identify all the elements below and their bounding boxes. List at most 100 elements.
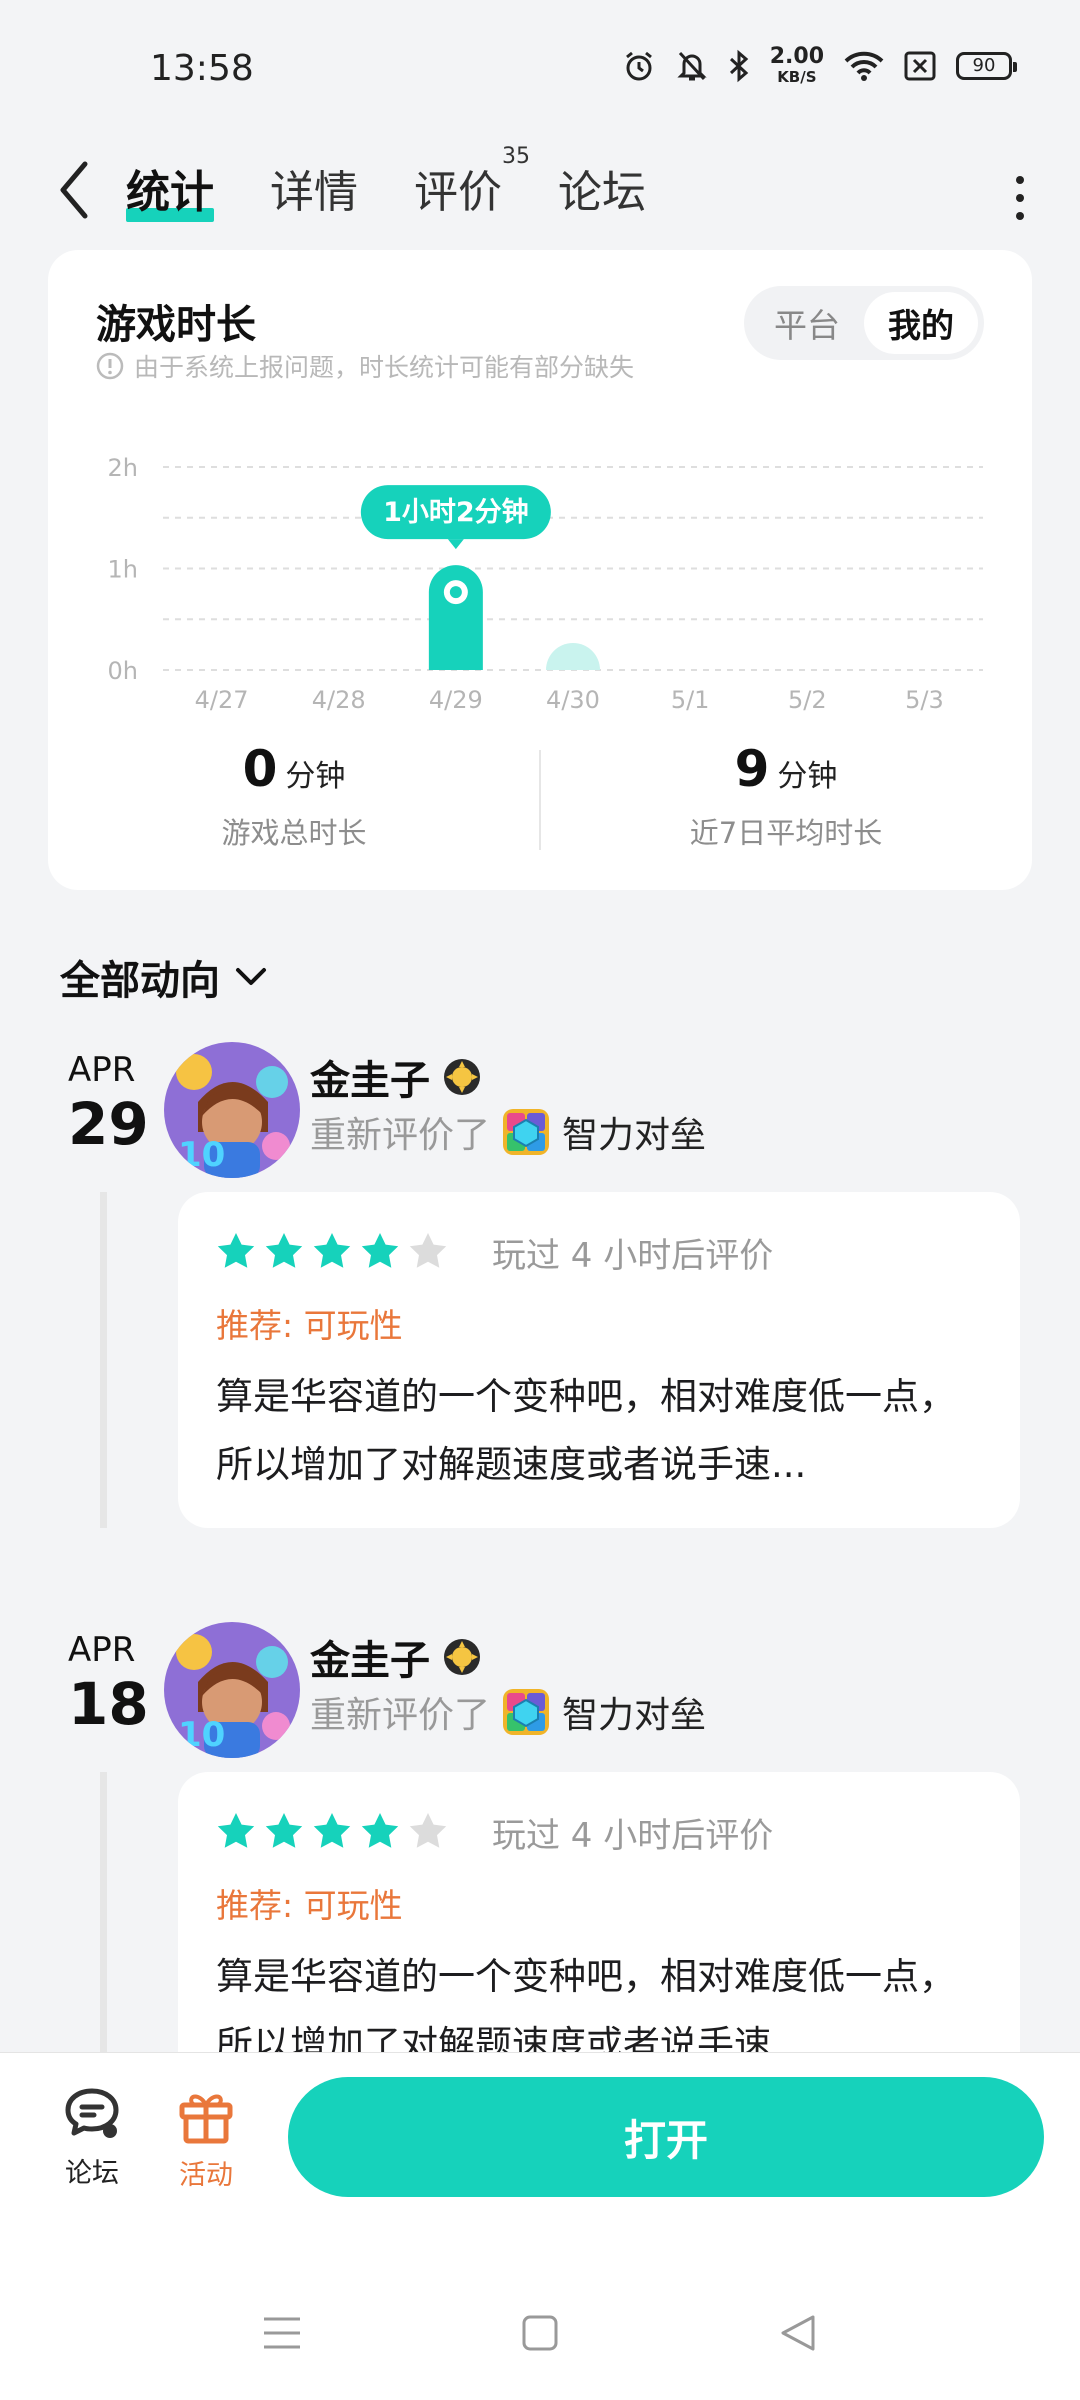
x-tick-label: 5/2	[788, 686, 827, 714]
date-day: 29	[68, 1090, 149, 1158]
activity-filter-dropdown[interactable]: 全部动向	[60, 948, 268, 1006]
more-dot	[1016, 212, 1024, 220]
review-card[interactable]: 玩过 4 小时后评价 推荐: 可玩性 算是华容道的一个变种吧，相对难度低一点，所…	[178, 1772, 1020, 2052]
game-name[interactable]: 智力对垒	[562, 1106, 706, 1158]
more-dot	[1016, 194, 1024, 202]
review-meta: 玩过 4 小时后评价	[492, 1236, 774, 1276]
tab-details[interactable]: 详情	[270, 150, 358, 234]
menu-lines-icon	[264, 2317, 300, 2349]
reviews-count-badge: 35	[502, 144, 530, 169]
chevron-down-icon	[236, 968, 266, 985]
playtime-notice: 由于系统上报问题，时长统计可能有部分缺失	[96, 348, 634, 384]
x-tick-label: 5/1	[671, 686, 710, 714]
average-label: 近7日平均时长	[689, 816, 883, 850]
star-rating	[216, 1811, 456, 1855]
avatar[interactable]: 10	[164, 1042, 300, 1178]
rating-row: 玩过 4 小时后评价	[216, 1228, 982, 1277]
star-empty-icon	[409, 1812, 447, 1848]
more-dot	[1016, 176, 1024, 184]
bar-marker-inner	[449, 586, 462, 599]
star-filled-icon	[265, 1812, 303, 1848]
timeline-line	[100, 1192, 107, 1528]
system-nav-bar	[0, 2303, 1080, 2373]
chart-tooltip-arrow	[447, 539, 464, 550]
svg-text:10: 10	[178, 1715, 225, 1755]
user-badge-icon	[444, 1639, 480, 1675]
battery-icon: 90	[956, 51, 1017, 80]
game-icon[interactable]	[502, 1108, 550, 1156]
status-time: 13:58	[150, 48, 254, 89]
top-nav: 统计 详情 评价 35 论坛	[0, 140, 1080, 260]
review-card[interactable]: 玩过 4 小时后评价 推荐: 可玩性 算是华容道的一个变种吧，相对难度低一点，所…	[178, 1192, 1020, 1528]
bluetooth-icon	[728, 49, 750, 83]
playtime-chart: 0h 1h 2h 4/27 4/28 4/29 1小时2分钟 4/30 5/1 5/2 5/3	[108, 454, 983, 714]
review-text: 算是华容道的一个变种吧，相对难度低一点，所以增加了对解题速度或者说手速...	[216, 1955, 956, 2052]
status-bar: 13:58 2.00 KB/S 90	[0, 0, 1080, 140]
sim-off-icon	[904, 51, 936, 81]
status-icons: 2.00 KB/S 90	[622, 46, 1017, 85]
home-square-icon	[522, 2315, 558, 2351]
recommend-tag: 推荐: 可玩性	[216, 1886, 403, 1925]
y-tick-label: 0h	[108, 657, 138, 685]
x-tick-label: 4/30	[546, 686, 600, 714]
summary-divider	[539, 750, 541, 850]
toggle-mine[interactable]: 我的	[864, 292, 978, 354]
review-meta: 玩过 4 小时后评价	[492, 1816, 774, 1856]
x-tick-label: 4/29	[429, 686, 483, 714]
system-back-button[interactable]	[768, 2303, 828, 2363]
total-value: 0	[242, 740, 278, 798]
gift-icon	[179, 2094, 233, 2144]
more-options-button[interactable]	[1000, 158, 1040, 238]
playtime-summary: 0 分钟 游戏总时长 9 分钟 近7日平均时长	[48, 740, 1032, 870]
action-line: 重新评价了 智力对垒	[310, 1686, 706, 1738]
x-tick-label: 4/28	[312, 686, 366, 714]
tab-reviews[interactable]: 评价 35	[414, 144, 530, 234]
user-name[interactable]: 金圭子	[310, 1628, 482, 1686]
toggle-platform[interactable]: 平台	[750, 292, 864, 354]
activity-item: APR 29 10 金圭子 重新评价了 智力对垒 玩过 4 小时后评价 推荐: …	[0, 1040, 1080, 1540]
star-filled-icon	[217, 1812, 255, 1848]
timeline-line	[100, 1772, 107, 2052]
mute-bell-icon	[676, 49, 708, 83]
star-filled-icon	[217, 1232, 255, 1268]
star-empty-icon	[409, 1232, 447, 1268]
playtime-title: 游戏时长	[96, 302, 256, 348]
tab-stats[interactable]: 统计	[126, 150, 214, 234]
avatar[interactable]: 10	[164, 1622, 300, 1758]
date-month: APR	[68, 1630, 136, 1670]
game-icon[interactable]	[502, 1688, 550, 1736]
average-value: 9	[734, 740, 770, 798]
total-unit: 分钟	[285, 759, 346, 794]
svg-text:10: 10	[178, 1135, 225, 1175]
tab-forum[interactable]: 论坛	[558, 150, 646, 234]
activity-item: APR 18 10 金圭子 重新评价了 智力对垒 玩过 4 小时后评价 推荐: …	[0, 1620, 1080, 2052]
date-month: APR	[68, 1050, 136, 1090]
date-day: 18	[68, 1670, 149, 1738]
total-label: 游戏总时长	[221, 816, 367, 850]
star-filled-icon	[313, 1232, 351, 1268]
source-toggle: 平台 我的	[744, 286, 984, 360]
star-filled-icon	[361, 1812, 399, 1848]
game-name[interactable]: 智力对垒	[562, 1686, 706, 1738]
wifi-icon	[844, 50, 884, 82]
x-tick-label: 4/27	[195, 686, 249, 714]
forum-chat-icon	[65, 2088, 119, 2138]
open-game-button[interactable]: 打开	[288, 2077, 1044, 2197]
activity-button[interactable]: 活动	[156, 2087, 256, 2192]
average-unit: 分钟	[777, 759, 838, 794]
star-filled-icon	[313, 1812, 351, 1848]
star-rating	[216, 1231, 456, 1275]
user-badge-icon	[444, 1059, 480, 1095]
recent-apps-button[interactable]	[252, 2303, 312, 2363]
bottom-action-bar: 论坛 活动 打开	[0, 2052, 1080, 2400]
star-filled-icon	[265, 1232, 303, 1268]
back-arrow-icon	[60, 161, 88, 219]
user-name[interactable]: 金圭子	[310, 1048, 482, 1106]
action-line: 重新评价了 智力对垒	[310, 1106, 706, 1158]
star-filled-icon	[361, 1232, 399, 1268]
x-tick-label: 5/3	[905, 686, 944, 714]
back-button[interactable]	[44, 150, 104, 230]
chart-bar	[546, 643, 600, 670]
home-button[interactable]	[510, 2303, 570, 2363]
forum-button[interactable]: 论坛	[42, 2087, 142, 2190]
